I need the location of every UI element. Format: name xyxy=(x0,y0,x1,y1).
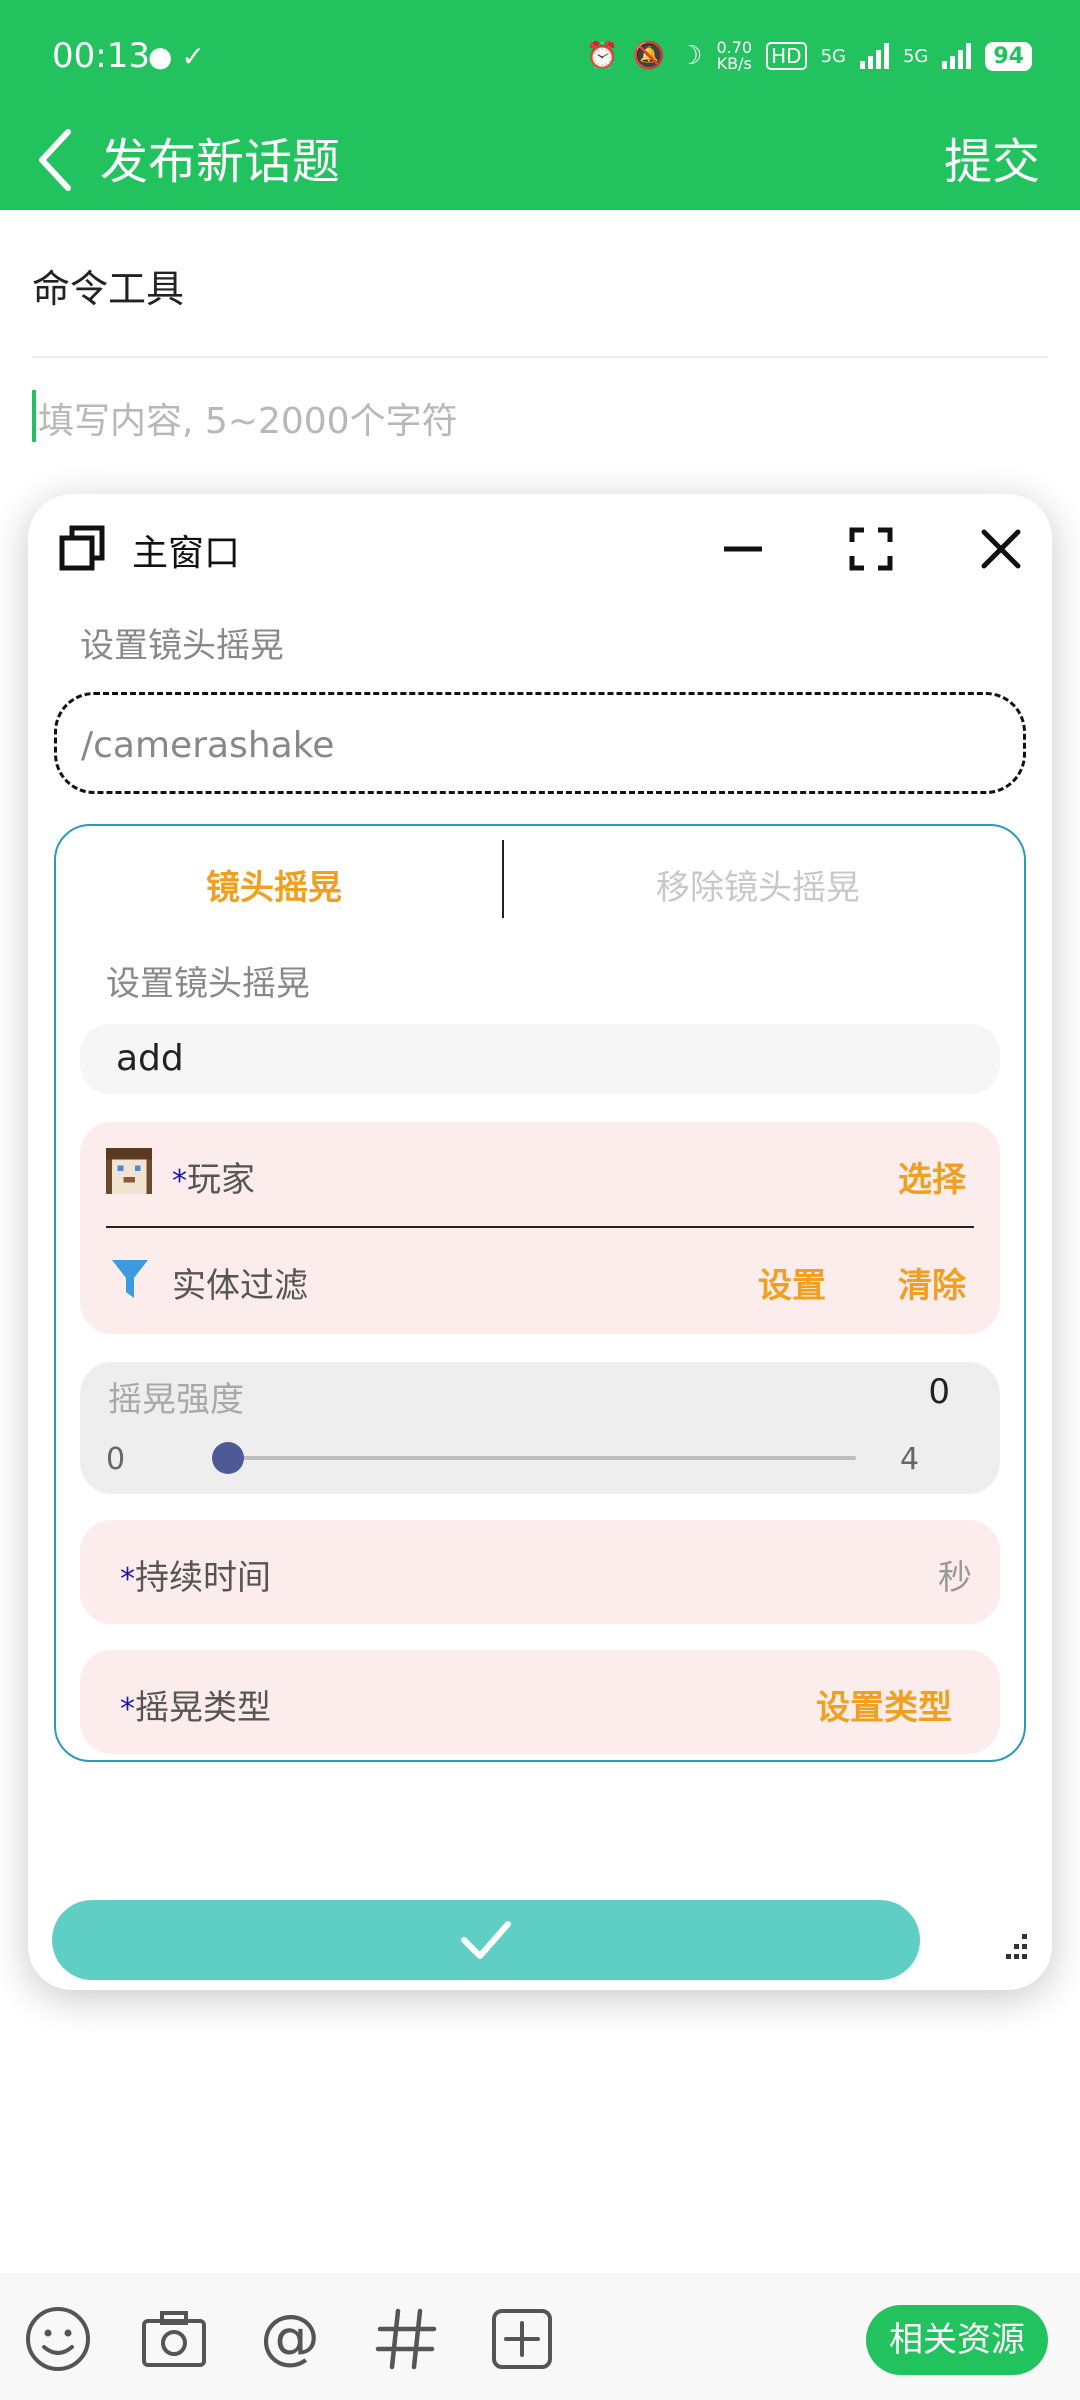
duration-label: *持续时间 xyxy=(120,1558,271,1598)
command-label: 设置镜头摇晃 xyxy=(80,626,284,666)
tab-divider xyxy=(502,840,504,918)
signal-icon-2 xyxy=(942,43,972,69)
tab-camera-shake[interactable]: 镜头摇晃 xyxy=(206,860,342,909)
intensity-label: 摇晃强度 xyxy=(108,1380,244,1420)
command-tool-window: 主窗口 设置镜头摇晃 /camerashake 镜头摇晃 移除镜头摇晃 设置镜头… xyxy=(28,494,1052,1990)
set-type-button[interactable]: 设置类型 xyxy=(816,1680,952,1729)
slider-min: 0 xyxy=(106,1442,126,1477)
bell-off-icon: 🔕 xyxy=(632,41,666,71)
fullscreen-icon[interactable] xyxy=(846,524,896,574)
filter-icon xyxy=(112,1260,148,1298)
moon-icon: ☽ xyxy=(679,41,703,71)
content-input[interactable]: 填写内容, 5~2000个字符 xyxy=(38,392,458,444)
player-avatar-icon xyxy=(106,1148,152,1194)
page-title: 发布新话题 xyxy=(100,134,341,190)
battery-icon: 94 xyxy=(985,41,1032,71)
submit-button[interactable]: 提交 xyxy=(944,122,1040,192)
select-player-button[interactable]: 选择 xyxy=(898,1152,966,1201)
divider xyxy=(32,356,1048,358)
back-arrow-icon[interactable] xyxy=(30,120,80,200)
net-label-2: 5G xyxy=(902,45,929,67)
at-icon[interactable]: @ xyxy=(254,2303,326,2375)
status-bar: 00:13 ● ✓ ⏰ 🔕 ☽ 0.70 KB/s HD 5G 5G 94 xyxy=(0,0,1080,110)
nav-bar: 发布新话题 提交 xyxy=(0,110,1080,210)
close-icon[interactable] xyxy=(976,524,1026,574)
command-text: /camerashake xyxy=(81,725,335,766)
subcommand-field[interactable]: add xyxy=(80,1024,1000,1094)
check-icon xyxy=(461,1921,511,1959)
filter-set-button[interactable]: 设置 xyxy=(758,1258,826,1307)
camera-icon[interactable] xyxy=(138,2303,210,2375)
net-speed: 0.70 KB/s xyxy=(716,38,753,73)
window-title: 主窗口 xyxy=(132,533,241,574)
add-box-icon[interactable] xyxy=(486,2303,558,2375)
entity-filter-label: 实体过滤 xyxy=(172,1266,308,1306)
filter-clear-button[interactable]: 清除 xyxy=(898,1258,966,1307)
confirm-button[interactable] xyxy=(52,1900,920,1980)
player-row: *玩家 选择 xyxy=(80,1122,1000,1226)
shake-type-label: *摇晃类型 xyxy=(120,1688,271,1728)
hashtag-icon[interactable] xyxy=(370,2303,442,2375)
related-resources-button[interactable]: 相关资源 xyxy=(866,2305,1048,2375)
duration-unit: 秒 xyxy=(938,1558,972,1598)
window-header: 主窗口 xyxy=(28,494,1052,604)
emoji-icon[interactable] xyxy=(22,2303,94,2375)
duration-field[interactable]: *持续时间 秒 xyxy=(80,1520,1000,1624)
command-panel: 镜头摇晃 移除镜头摇晃 设置镜头摇晃 add *玩家 选择 实体过滤 设置 清除… xyxy=(54,824,1026,1762)
minimize-icon[interactable] xyxy=(718,524,768,574)
entity-filter-row: 实体过滤 设置 清除 xyxy=(80,1228,1000,1332)
alarm-icon: ⏰ xyxy=(586,41,619,71)
svg-text:@: @ xyxy=(260,2303,320,2372)
app-header: 00:13 ● ✓ ⏰ 🔕 ☽ 0.70 KB/s HD 5G 5G 94 发布新… xyxy=(0,0,1080,210)
resize-handle-icon[interactable] xyxy=(1000,1932,1030,1962)
intensity-slider-card: 摇晃强度 0 0 4 xyxy=(80,1362,1000,1494)
command-preview[interactable]: /camerashake xyxy=(54,692,1026,794)
status-time: 00:13 xyxy=(52,36,150,76)
subcommand-label: 设置镜头摇晃 xyxy=(106,964,310,1004)
bottom-toolbar: @ 相关资源 xyxy=(0,2274,1080,2400)
target-card: *玩家 选择 实体过滤 设置 清除 xyxy=(80,1122,1000,1334)
player-label: *玩家 xyxy=(172,1160,255,1200)
notification-icon: ● ✓ xyxy=(148,40,205,73)
intensity-value: 0 xyxy=(928,1372,950,1412)
hd-badge: HD xyxy=(766,42,807,70)
tab-remove-camera-shake[interactable]: 移除镜头摇晃 xyxy=(656,860,860,909)
title-input[interactable]: 命令工具 xyxy=(32,258,184,313)
signal-icon-1 xyxy=(859,43,889,69)
text-caret xyxy=(32,390,36,442)
shake-type-field: *摇晃类型 设置类型 xyxy=(80,1650,1000,1754)
slider-track[interactable] xyxy=(228,1456,856,1460)
status-indicators: ⏰ 🔕 ☽ 0.70 KB/s HD 5G 5G 94 xyxy=(586,40,1032,72)
subcommand-value: add xyxy=(116,1038,184,1079)
slider-thumb[interactable] xyxy=(212,1442,244,1474)
window-restore-icon xyxy=(59,525,105,571)
slider-max: 4 xyxy=(900,1442,920,1477)
net-label-1: 5G xyxy=(820,45,846,67)
